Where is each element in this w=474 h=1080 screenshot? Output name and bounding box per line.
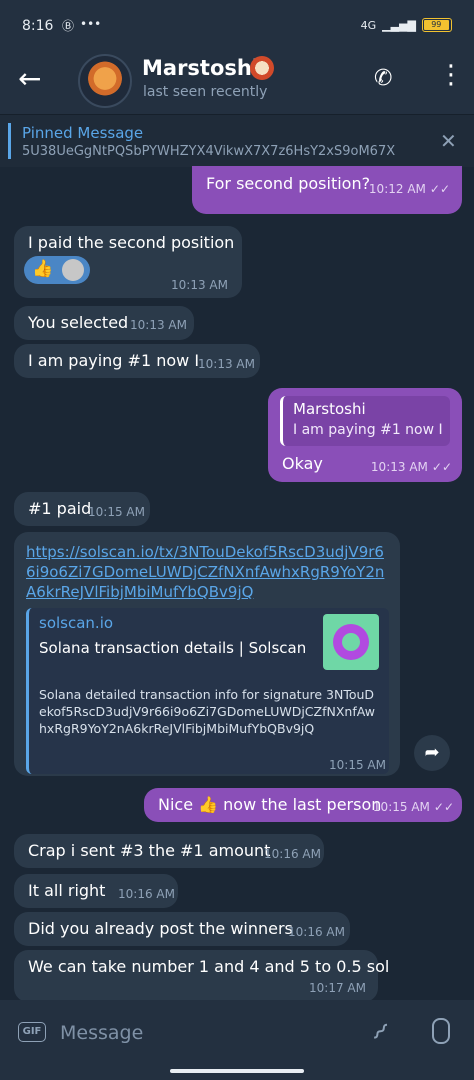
more-options-icon[interactable]: ⋮ (438, 62, 464, 88)
message-bubble-incoming[interactable]: Did you already post the winners 10:16 A… (14, 912, 350, 946)
status-time: 8:16 (22, 18, 54, 34)
message-time: 10:15 AM (372, 800, 430, 814)
network-label: 4G (360, 18, 377, 32)
preview-site: solscan.io (39, 614, 114, 632)
message-text: I paid the second position (28, 233, 235, 252)
home-indicator[interactable] (170, 1069, 304, 1073)
emoji-status-icon[interactable] (250, 56, 274, 80)
message-text: I am paying #1 now I (28, 351, 200, 370)
chat-header: ← Marstoshi last seen recently ✆ ⋮ (0, 48, 474, 114)
back-arrow-icon[interactable]: ← (18, 64, 41, 94)
message-time: 10:13 AM (171, 278, 228, 292)
message-bubble-outgoing[interactable]: Nice 👍 now the last person 10:15 AM ✓✓ (144, 788, 462, 822)
link-preview[interactable]: solscan.io Solana transaction details | … (26, 608, 389, 774)
message-text: Okay (282, 454, 323, 473)
b-badge-icon: Ⓑ (62, 19, 75, 33)
reaction-chip[interactable]: 👍 (24, 256, 90, 284)
message-bubble-incoming[interactable]: I paid the second position 👍 10:13 AM (14, 226, 242, 298)
preview-title: Solana transaction details | Solscan (39, 639, 307, 657)
message-bubble-incoming[interactable]: #1 paid 10:15 AM (14, 492, 150, 526)
close-icon[interactable]: ✕ (440, 129, 457, 153)
microphone-icon[interactable] (432, 1018, 450, 1044)
share-forward-icon[interactable]: ➦ (414, 735, 450, 771)
more-dots-icon: ••• (80, 17, 102, 31)
gesture-nav-area (0, 1064, 474, 1080)
reply-text: I am paying #1 now I (293, 422, 443, 438)
signal-icon: ▁▃▅▇ (382, 18, 416, 32)
message-bubble-link[interactable]: https://solscan.io/tx/3NTouDekof5RscD3ud… (14, 532, 400, 776)
chat-history[interactable]: For second position? 10:12 AM ✓✓ I paid t… (0, 166, 474, 1000)
message-time: 10:12 AM (368, 182, 426, 196)
message-time: 10:13 AM (130, 318, 187, 332)
pinned-title: Pinned Message (22, 124, 144, 142)
gif-sticker-icon[interactable]: GIF (18, 1022, 46, 1042)
pinned-text: 5U38UeGgNtPQSbPYWHZYX4VikwX7X7z6HsY2xS9o… (22, 144, 396, 159)
message-bubble-outgoing[interactable]: For second position? 10:12 AM ✓✓ (192, 166, 462, 214)
message-text: You selected (28, 313, 129, 332)
message-time: 10:13 AM (198, 357, 255, 371)
reply-quote[interactable]: Marstoshi I am paying #1 now I (280, 396, 450, 446)
reactor-avatar (62, 259, 84, 281)
read-ticks-icon: ✓✓ (431, 460, 452, 474)
message-bubble-outgoing-reply[interactable]: Marstoshi I am paying #1 now I Okay 10:1… (268, 388, 462, 482)
solscan-q-mark (333, 624, 369, 660)
message-time: 10:17 AM (309, 981, 366, 995)
solscan-logo-icon (323, 614, 379, 670)
message-text: We can take number 1 and 4 and 5 to 0.5 … (28, 957, 390, 976)
message-bubble-incoming[interactable]: You selected 10:13 AM (14, 306, 194, 340)
message-text: Did you already post the winners (28, 919, 293, 938)
pinned-indicator (8, 123, 11, 159)
message-meta: 10:13 AM ✓✓ (371, 460, 452, 474)
read-ticks-icon: ✓✓ (433, 800, 454, 814)
last-seen-status: last seen recently (143, 84, 268, 100)
message-time: 10:15 AM (329, 758, 386, 772)
paperclip-icon[interactable]: ⌇ (366, 1018, 394, 1046)
phone-icon[interactable]: ✆ (374, 66, 392, 91)
pinned-message-bar[interactable]: Pinned Message 5U38UeGgNtPQSbPYWHZYX4Vik… (0, 114, 474, 167)
contact-avatar[interactable] (78, 54, 132, 108)
message-text: Nice 👍 now the last person (158, 795, 382, 814)
message-text: It all right (28, 881, 106, 900)
reply-author: Marstoshi (293, 400, 366, 418)
message-input-bar: GIF ⌇ (0, 1000, 474, 1064)
message-time: 10:16 AM (264, 847, 321, 861)
status-bar: 8:16 Ⓑ ••• 4G ▁▃▅▇ 99 (0, 0, 474, 48)
message-time: 10:16 AM (288, 925, 345, 939)
message-meta: 10:15 AM ✓✓ (373, 800, 454, 814)
message-bubble-incoming[interactable]: It all right 10:16 AM (14, 874, 178, 908)
message-time: 10:15 AM (88, 505, 145, 519)
contact-name[interactable]: Marstoshi (142, 56, 259, 80)
message-text: Crap i sent #3 the #1 amount (28, 841, 271, 860)
message-input[interactable] (58, 1018, 352, 1048)
message-text: #1 paid (28, 499, 92, 518)
message-time: 10:13 AM (370, 460, 428, 474)
reaction-emoji: 👍 (32, 259, 54, 279)
message-meta: 10:12 AM ✓✓ (369, 182, 450, 196)
transaction-link[interactable]: https://solscan.io/tx/3NTouDekof5RscD3ud… (26, 542, 386, 602)
preview-description: Solana detailed transaction info for sig… (39, 687, 375, 736)
battery-icon: 99 (422, 18, 452, 32)
battery-level: 99 (424, 20, 449, 30)
message-bubble-incoming[interactable]: Crap i sent #3 the #1 amount 10:16 AM (14, 834, 324, 868)
read-ticks-icon: ✓✓ (429, 182, 450, 196)
message-bubble-incoming[interactable]: We can take number 1 and 4 and 5 to 0.5 … (14, 950, 389, 1000)
message-text: For second position? (206, 174, 371, 193)
message-time: 10:16 AM (118, 887, 175, 901)
message-bubble-incoming[interactable]: I am paying #1 now I 10:13 AM (14, 344, 260, 378)
